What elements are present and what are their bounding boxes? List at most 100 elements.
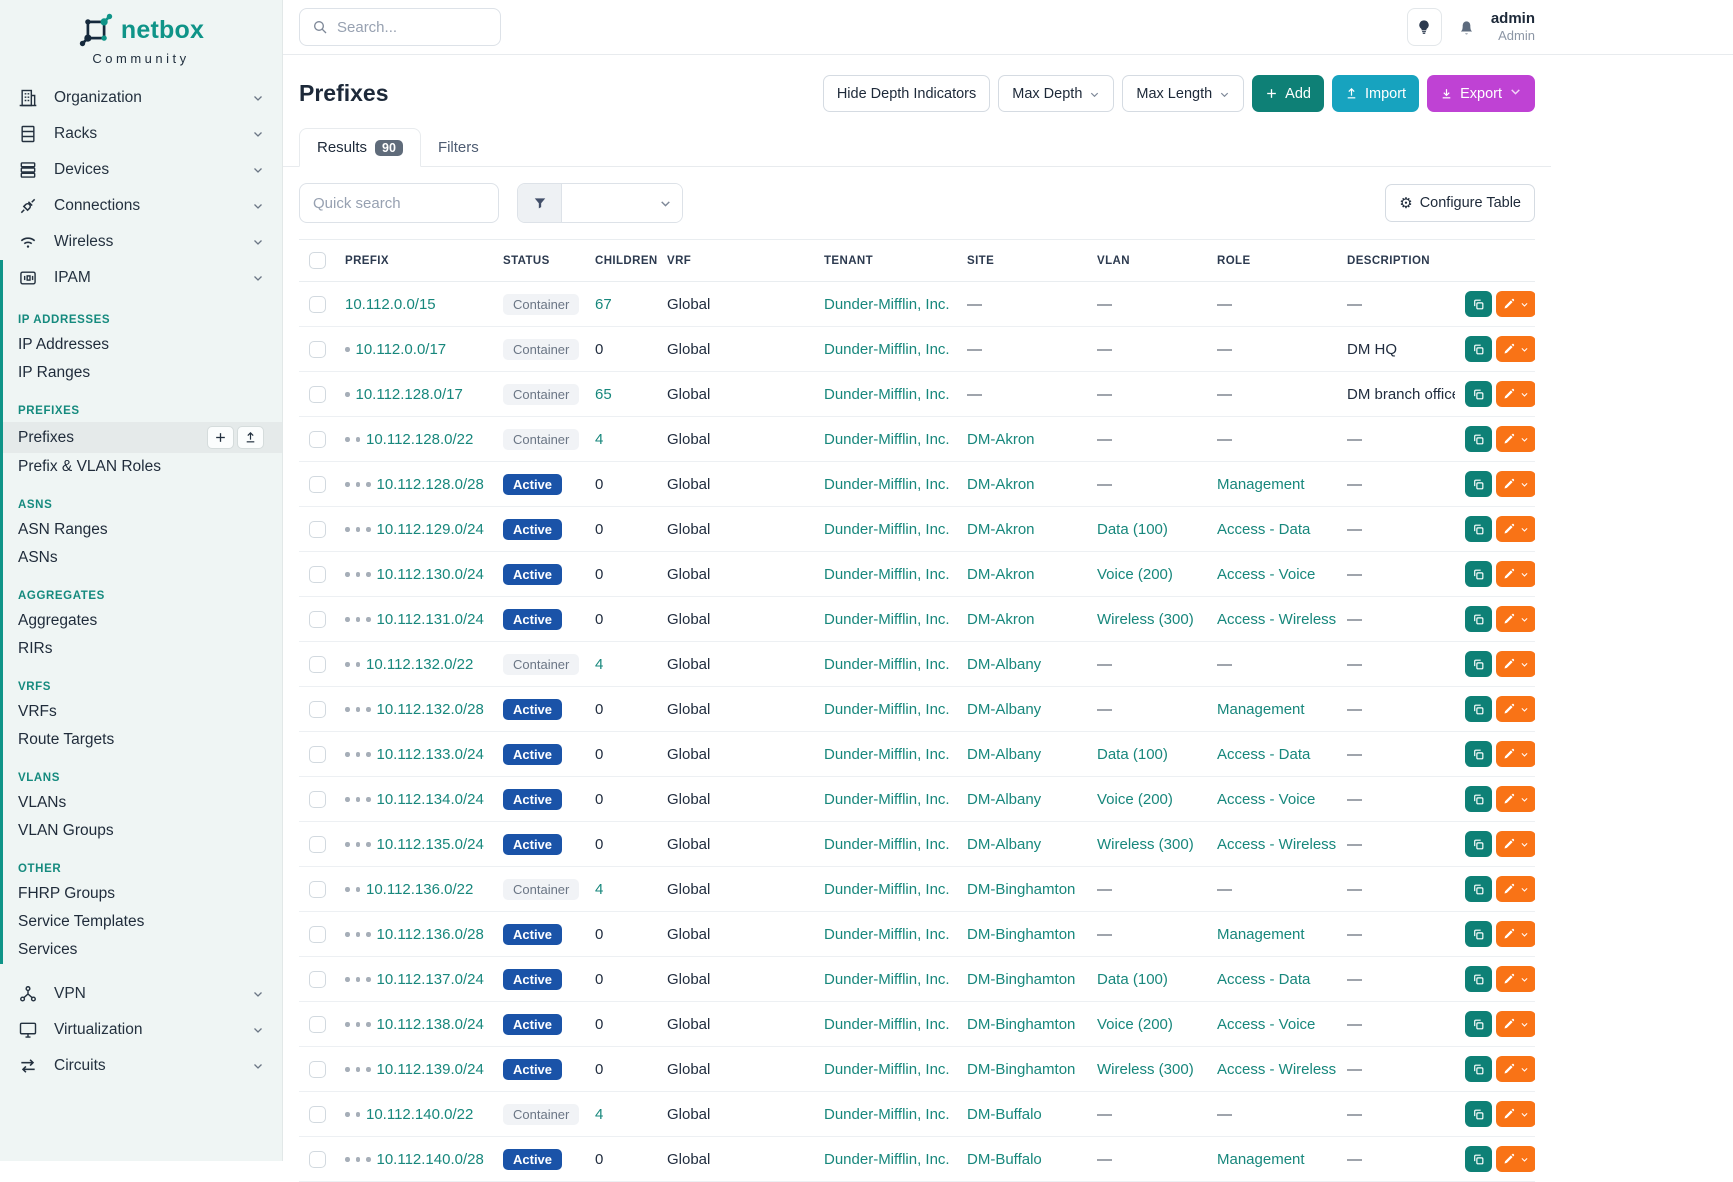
tenant-link[interactable]: Dunder-Mifflin, Inc. <box>824 971 950 988</box>
tenant-link[interactable]: Dunder-Mifflin, Inc. <box>824 926 950 943</box>
copy-button[interactable] <box>1465 966 1492 992</box>
edit-button[interactable] <box>1496 561 1535 587</box>
user-menu[interactable]: admin Admin <box>1491 10 1535 44</box>
prefix-link[interactable]: 10.112.136.0/22 <box>366 881 473 898</box>
edit-button[interactable] <box>1496 516 1535 542</box>
site-link[interactable]: DM-Akron <box>967 521 1035 538</box>
prefix-link[interactable]: 10.112.137.0/24 <box>377 971 484 988</box>
edit-button[interactable] <box>1496 741 1535 767</box>
prefix-link[interactable]: 10.112.129.0/24 <box>377 521 484 538</box>
site-link[interactable]: DM-Buffalo <box>967 1151 1042 1168</box>
sidebar-item-prefixes[interactable]: Prefixes <box>3 422 282 453</box>
prefix-link[interactable]: 10.112.0.0/15 <box>345 296 436 313</box>
row-checkbox[interactable] <box>309 881 326 898</box>
sidebar-item-asn-ranges[interactable]: ASN Ranges <box>3 516 282 544</box>
copy-button[interactable] <box>1465 876 1492 902</box>
prefix-link[interactable]: 10.112.133.0/24 <box>377 746 484 763</box>
prefix-link[interactable]: 10.112.135.0/24 <box>377 836 484 853</box>
row-checkbox[interactable] <box>309 1016 326 1033</box>
children-count-link[interactable]: 4 <box>595 431 603 448</box>
tab-filters[interactable]: Filters <box>421 129 496 166</box>
site-link[interactable]: DM-Binghamton <box>967 1016 1075 1033</box>
sidebar-item-services[interactable]: Services <box>3 936 282 964</box>
edit-button[interactable] <box>1496 696 1535 722</box>
site-link[interactable]: DM-Akron <box>967 431 1035 448</box>
row-checkbox[interactable] <box>309 521 326 538</box>
prefix-link[interactable]: 10.112.134.0/24 <box>377 791 484 808</box>
row-checkbox[interactable] <box>309 341 326 358</box>
vlan-link[interactable]: Data (100) <box>1097 521 1168 538</box>
sidebar-item-circuits[interactable]: Circuits <box>0 1048 282 1084</box>
sidebar-item-vlans[interactable]: VLANs <box>3 789 282 817</box>
edit-button[interactable] <box>1496 1011 1535 1037</box>
children-count-link[interactable]: 4 <box>595 1106 603 1123</box>
prefix-link[interactable]: 10.112.136.0/28 <box>377 926 484 943</box>
copy-button[interactable] <box>1465 741 1492 767</box>
prefix-link[interactable]: 10.112.132.0/28 <box>377 701 484 718</box>
site-link[interactable]: DM-Binghamton <box>967 971 1075 988</box>
sidebar-item-service-templates[interactable]: Service Templates <box>3 908 282 936</box>
copy-button[interactable] <box>1465 786 1492 812</box>
prefix-link[interactable]: 10.112.128.0/22 <box>366 431 473 448</box>
role-link[interactable]: Management <box>1217 926 1305 943</box>
prefix-link[interactable]: 10.112.0.0/17 <box>356 341 447 358</box>
role-link[interactable]: Management <box>1217 476 1305 493</box>
row-checkbox[interactable] <box>309 836 326 853</box>
vlan-link[interactable]: Voice (200) <box>1097 566 1173 583</box>
copy-button[interactable] <box>1465 426 1492 452</box>
site-link[interactable]: DM-Akron <box>967 611 1035 628</box>
role-link[interactable]: Access - Data <box>1217 746 1310 763</box>
edit-button[interactable] <box>1496 606 1535 632</box>
site-link[interactable]: DM-Buffalo <box>967 1106 1042 1123</box>
children-count-link[interactable]: 4 <box>595 656 603 673</box>
prefix-link[interactable]: 10.112.140.0/28 <box>377 1151 484 1168</box>
role-link[interactable]: Access - Voice <box>1217 791 1315 808</box>
vlan-link[interactable]: Voice (200) <box>1097 791 1173 808</box>
saved-filter-select[interactable] <box>517 183 683 223</box>
sidebar-item-connections[interactable]: Connections <box>0 188 282 224</box>
role-link[interactable]: Access - Data <box>1217 521 1310 538</box>
children-count-link[interactable]: 67 <box>595 296 612 313</box>
tenant-link[interactable]: Dunder-Mifflin, Inc. <box>824 881 950 898</box>
copy-button[interactable] <box>1465 291 1492 317</box>
site-link[interactable]: DM-Akron <box>967 476 1035 493</box>
sidebar-item-fhrp-groups[interactable]: FHRP Groups <box>3 880 282 908</box>
site-link[interactable]: DM-Binghamton <box>967 881 1075 898</box>
tenant-link[interactable]: Dunder-Mifflin, Inc. <box>824 656 950 673</box>
role-link[interactable]: Access - Voice <box>1217 566 1315 583</box>
prefix-link[interactable]: 10.112.128.0/17 <box>356 386 463 403</box>
column-header-vlan[interactable]: VLAN <box>1087 240 1207 282</box>
row-checkbox[interactable] <box>309 926 326 943</box>
add-prefix-button[interactable] <box>207 426 234 449</box>
tenant-link[interactable]: Dunder-Mifflin, Inc. <box>824 701 950 718</box>
role-link[interactable]: Access - Wireless <box>1217 836 1336 853</box>
sidebar-item-rirs[interactable]: RIRs <box>3 635 282 663</box>
quick-search-input[interactable] <box>299 183 499 223</box>
copy-button[interactable] <box>1465 1101 1492 1127</box>
role-link[interactable]: Access - Voice <box>1217 1016 1315 1033</box>
export-dropdown[interactable]: Export <box>1427 75 1535 112</box>
prefix-link[interactable]: 10.112.130.0/24 <box>377 566 484 583</box>
row-checkbox[interactable] <box>309 1151 326 1168</box>
edit-button[interactable] <box>1496 921 1535 947</box>
sidebar-item-vpn[interactable]: VPN <box>0 976 282 1012</box>
site-link[interactable]: DM-Akron <box>967 566 1035 583</box>
children-count-link[interactable]: 4 <box>595 881 603 898</box>
tenant-link[interactable]: Dunder-Mifflin, Inc. <box>824 791 950 808</box>
edit-button[interactable] <box>1496 876 1535 902</box>
edit-button[interactable] <box>1496 471 1535 497</box>
row-checkbox[interactable] <box>309 791 326 808</box>
role-link[interactable]: Access - Data <box>1217 971 1310 988</box>
copy-button[interactable] <box>1465 1011 1492 1037</box>
brand[interactable]: netbox Community <box>0 0 282 70</box>
edit-button[interactable] <box>1496 336 1535 362</box>
filter-select-value[interactable] <box>562 184 682 222</box>
sidebar-item-asns[interactable]: ASNs <box>3 544 282 572</box>
vlan-link[interactable]: Data (100) <box>1097 746 1168 763</box>
tenant-link[interactable]: Dunder-Mifflin, Inc. <box>824 611 950 628</box>
prefix-link[interactable]: 10.112.131.0/24 <box>377 611 484 628</box>
edit-button[interactable] <box>1496 831 1535 857</box>
edit-button[interactable] <box>1496 1101 1535 1127</box>
sidebar-item-vrfs[interactable]: VRFs <box>3 698 282 726</box>
sidebar-item-prefix-vlan-roles[interactable]: Prefix & VLAN Roles <box>3 453 282 481</box>
